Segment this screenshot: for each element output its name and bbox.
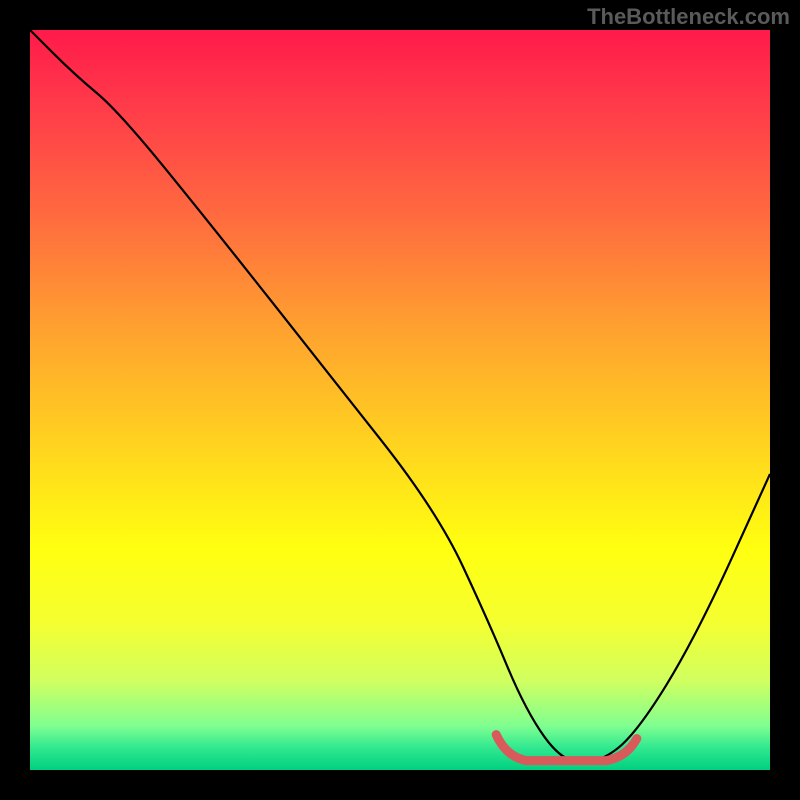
watermark-text: TheBottleneck.com xyxy=(587,4,790,30)
chart-svg xyxy=(30,30,770,770)
chart-plot-area xyxy=(30,30,770,770)
bottleneck-curve xyxy=(30,30,770,763)
optimal-range-highlight xyxy=(496,735,637,761)
